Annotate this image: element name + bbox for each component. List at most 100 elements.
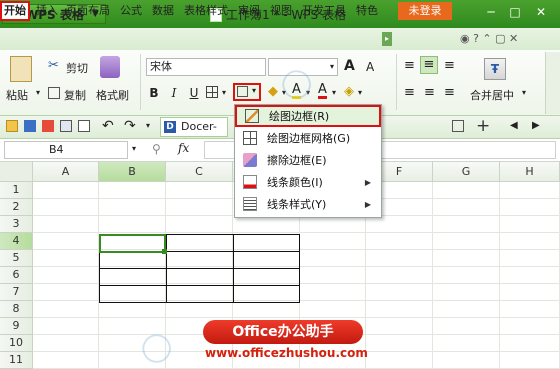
- underline-button[interactable]: U: [186, 85, 202, 101]
- chevron-down-icon[interactable]: ▾: [132, 144, 136, 153]
- row-header[interactable]: 2: [0, 199, 33, 216]
- paste-icon[interactable]: [10, 56, 32, 82]
- menu-item-line-style[interactable]: 线条样式(Y) ▶: [235, 193, 381, 215]
- merge-center-icon[interactable]: Ŧ: [484, 58, 506, 80]
- row-header[interactable]: 3: [0, 216, 33, 233]
- row-header[interactable]: 10: [0, 335, 33, 352]
- column-header[interactable]: C: [166, 162, 233, 182]
- row-header[interactable]: 11: [0, 352, 33, 369]
- print-icon[interactable]: [60, 120, 72, 132]
- grow-font-icon[interactable]: A: [344, 58, 355, 74]
- row-header[interactable]: 7: [0, 284, 33, 301]
- zoom-icon[interactable]: ⚲: [152, 142, 161, 156]
- font-name-select[interactable]: 宋体: [146, 58, 266, 76]
- redo-icon[interactable]: ↷: [124, 118, 136, 134]
- menu-item-draw-border[interactable]: 绘图边框(R): [235, 105, 381, 127]
- draw-border-dropdown-button[interactable]: ▾: [233, 83, 261, 101]
- menu-page-layout[interactable]: 页面布局: [66, 3, 110, 19]
- active-cell[interactable]: [99, 234, 166, 253]
- more-menu-icon[interactable]: ▸: [382, 32, 392, 46]
- ribbon-separator: [396, 54, 397, 110]
- watermark-url: www.officezhushou.com: [205, 346, 368, 360]
- align-center-icon[interactable]: ≡: [424, 85, 435, 100]
- border-dropdown-menu: 绘图边框(R) 绘图边框网格(G) 擦除边框(E) 线条颜色(I) ▶ 线条样式…: [234, 104, 382, 218]
- new-tab-icon[interactable]: +: [476, 116, 490, 136]
- chevron-down-icon[interactable]: ▾: [522, 88, 526, 97]
- print-preview-icon[interactable]: [78, 120, 90, 132]
- align-bottom-icon[interactable]: ≡: [444, 58, 455, 73]
- menu-item-line-color[interactable]: 线条颜色(I) ▶: [235, 171, 381, 193]
- borders-icon[interactable]: [206, 86, 218, 98]
- tab-scroll-right-icon[interactable]: ▶: [532, 120, 540, 131]
- name-box[interactable]: B4: [4, 141, 128, 159]
- row-header[interactable]: 9: [0, 318, 33, 335]
- menu-item-label: 绘图边框(R): [269, 110, 330, 123]
- row-header[interactable]: 4: [0, 233, 33, 250]
- function-icon[interactable]: fx: [178, 141, 189, 155]
- row-header[interactable]: 6: [0, 267, 33, 284]
- font-color-red-icon[interactable]: A: [318, 83, 327, 99]
- row-header[interactable]: 5: [0, 250, 33, 267]
- italic-button[interactable]: I: [166, 85, 182, 101]
- shrink-font-icon[interactable]: A: [366, 60, 374, 74]
- chevron-down-icon[interactable]: ▾: [358, 88, 362, 97]
- export-pdf-icon[interactable]: [42, 120, 54, 132]
- tab-scroll-left-icon[interactable]: ◀: [510, 120, 518, 131]
- ribbon-scroll[interactable]: [545, 52, 560, 114]
- maximize-icon[interactable]: □: [506, 4, 524, 20]
- chevron-down-icon[interactable]: ▾: [146, 121, 150, 130]
- submenu-arrow-icon: ▶: [364, 177, 371, 187]
- open-folder-icon[interactable]: [6, 120, 18, 132]
- paste-label[interactable]: 粘贴: [6, 87, 28, 103]
- gridline-horizontal: [33, 317, 560, 318]
- fill-color-icon[interactable]: ◆: [268, 84, 278, 99]
- tab-list-icon[interactable]: [452, 120, 464, 132]
- column-header[interactable]: B: [99, 162, 166, 182]
- menu-view[interactable]: 视图: [270, 3, 292, 19]
- copy-label[interactable]: 复制: [64, 87, 86, 103]
- gridline-horizontal: [33, 232, 560, 233]
- menu-review[interactable]: 审阅: [238, 3, 260, 19]
- scissors-icon[interactable]: ✂: [48, 58, 59, 73]
- menu-item-erase-border[interactable]: 擦除边框(E): [235, 149, 381, 171]
- undo-icon[interactable]: ↶: [102, 118, 114, 134]
- row-header[interactable]: 1: [0, 182, 33, 199]
- menu-right-icons[interactable]: ◉ ? ⌃ ▢ ✕: [460, 32, 518, 45]
- column-header[interactable]: H: [500, 162, 560, 182]
- minimize-icon[interactable]: ─: [482, 4, 500, 20]
- fill-handle[interactable]: [162, 249, 167, 254]
- menu-home[interactable]: 开始: [0, 1, 30, 21]
- column-header[interactable]: G: [433, 162, 500, 182]
- row-header[interactable]: 8: [0, 301, 33, 318]
- menu-special[interactable]: 特色: [356, 3, 378, 19]
- eraser-icon: [243, 153, 257, 167]
- merge-center-label[interactable]: 合并居中: [470, 87, 514, 103]
- align-middle-icon[interactable]: ≡: [420, 56, 438, 74]
- chevron-down-icon[interactable]: ▾: [222, 88, 226, 97]
- copy-icon[interactable]: [48, 87, 60, 99]
- draw-border-icon: [237, 86, 248, 97]
- menu-item-draw-border-grid[interactable]: 绘图边框网格(G): [235, 127, 381, 149]
- clear-format-icon[interactable]: ◈: [344, 84, 354, 99]
- chevron-down-icon[interactable]: ▾: [330, 62, 334, 71]
- format-painter-icon[interactable]: [100, 56, 120, 78]
- menu-item-label: 线条样式(Y): [267, 198, 327, 211]
- menu-data[interactable]: 数据: [152, 3, 174, 19]
- login-button[interactable]: 未登录: [398, 2, 452, 20]
- select-all-corner[interactable]: [0, 162, 33, 182]
- cut-label[interactable]: 剪切: [66, 60, 88, 76]
- menu-formula[interactable]: 公式: [120, 3, 142, 19]
- close-icon[interactable]: ✕: [532, 4, 550, 20]
- bold-button[interactable]: B: [146, 85, 162, 101]
- chevron-down-icon[interactable]: ▾: [36, 88, 40, 97]
- save-icon[interactable]: [24, 120, 36, 132]
- chevron-down-icon[interactable]: ▾: [332, 88, 336, 97]
- align-right-icon[interactable]: ≡: [444, 85, 455, 100]
- format-painter-label[interactable]: 格式刷: [96, 87, 129, 103]
- column-header[interactable]: A: [33, 162, 99, 182]
- align-left-icon[interactable]: ≡: [404, 85, 415, 100]
- menu-developer[interactable]: 开发工具: [302, 3, 346, 19]
- menu-table-style[interactable]: 表格样式: [184, 3, 228, 19]
- align-top-icon[interactable]: ≡: [404, 58, 415, 73]
- menu-insert[interactable]: 插入: [36, 3, 58, 19]
